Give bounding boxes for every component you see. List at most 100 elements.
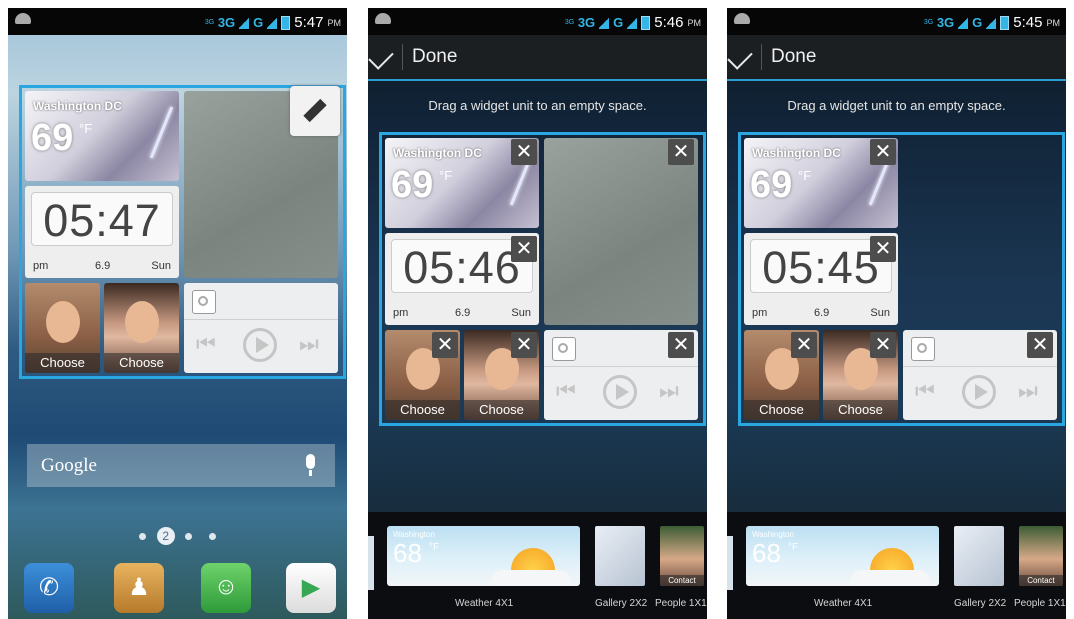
next-icon[interactable]: ⏭ [299,331,319,357]
people-widget[interactable]: Choose [104,283,179,373]
remove-music-button[interactable]: ✕ [668,332,694,358]
remove-music-button[interactable]: ✕ [1027,332,1053,358]
clock-widget[interactable]: 05:47 pm 6.9 Sun [25,186,179,278]
tray-scroll-edge [727,536,733,590]
messaging-icon[interactable]: ☺ [201,563,251,613]
check-icon[interactable] [727,44,753,70]
network-type-small: 3G [204,19,215,26]
choose-label: Choose [385,400,460,420]
weather-unit: °F [798,168,812,183]
people-widget[interactable]: Choose [25,283,100,373]
remove-weather-button[interactable]: ✕ [511,139,537,165]
remove-clock-button[interactable]: ✕ [870,236,896,262]
current-page-indicator: 2 [156,527,175,545]
play-icon[interactable] [603,375,637,409]
signal-icon [627,16,638,29]
done-button[interactable]: Done [412,46,457,68]
status-bar: 3G 3G G 5:45 PM [727,8,1066,35]
play-icon[interactable] [243,328,277,362]
search-label: Google [41,455,97,476]
remove-gallery-button[interactable]: ✕ [668,139,694,165]
google-search-bar[interactable]: Google [27,444,335,487]
choose-label: Choose [823,400,898,420]
tray-weather-widget[interactable]: Washington 68 °F [387,526,580,586]
remove-weather-button[interactable]: ✕ [870,139,896,165]
tray-people-badge: Contact [1019,575,1063,586]
previous-icon[interactable]: ⏮ [556,378,576,404]
previous-icon[interactable]: ⏮ [915,378,935,404]
choose-label: Choose [104,353,179,373]
tray-gallery-label: Gallery 2X2 [595,598,648,609]
network-type-second: G [253,15,264,30]
tray-gallery-widget[interactable] [595,526,645,586]
status-ampm: PM [1046,17,1061,28]
status-bar: 3G 3G G 5:47 PM [8,8,347,35]
status-time: 5:46 [654,14,684,31]
signal-icon [958,16,969,29]
edit-action-bar: Done [368,35,707,81]
page-dot [185,532,193,540]
android-notification-icon [734,13,750,24]
next-icon[interactable]: ⏭ [1018,378,1038,404]
clock-ampm: pm [752,307,768,319]
battery-icon [281,15,291,30]
album-art-icon [192,290,216,314]
edit-widget-button[interactable] [290,86,340,136]
weather-temp: 69 [391,164,434,206]
tray-scroll-edge [368,536,374,590]
choose-label: Choose [25,353,100,373]
previous-icon[interactable]: ⏮ [196,331,216,357]
clock-ampm: pm [393,307,409,319]
battery-icon [1000,15,1010,30]
play-icon[interactable] [962,375,996,409]
microphone-icon[interactable] [306,454,315,476]
done-button[interactable]: Done [771,46,816,68]
music-widget[interactable]: ⏮ ⏭ [184,283,338,373]
weather-city: Washington DC [752,146,841,160]
tray-gallery-widget[interactable] [954,526,1004,586]
check-icon[interactable] [368,44,394,70]
page-indicator: 2 [8,527,347,545]
status-time: 5:45 [1013,14,1043,31]
widget-edit-screen: 3G 3G G 5:46 PM Done Drag a widget unit … [368,8,707,619]
tray-weather-widget[interactable]: Washington 68 °F [746,526,939,586]
clock-day: Sun [151,260,171,272]
network-type: 3G [936,15,955,30]
status-time: 5:47 [294,14,324,31]
remove-people-button[interactable]: ✕ [791,332,817,358]
tray-people-widget[interactable]: Contact [660,526,704,586]
remove-clock-button[interactable]: ✕ [511,236,537,262]
clock-time: 05:47 [43,195,161,246]
play-store-icon[interactable]: ▶ [286,563,336,613]
gallery-widget[interactable] [544,138,698,325]
weather-temp: 69 [750,164,793,206]
network-type-small: 3G [923,19,934,26]
clock-ampm: pm [33,260,49,272]
person-photo [124,301,159,343]
signal-icon [599,16,610,29]
signal-icon [986,16,997,29]
battery-icon [641,15,651,30]
album-art-icon [552,337,576,361]
tray-people-widget[interactable]: Contact [1019,526,1063,586]
phone-icon[interactable]: ✆ [24,563,74,613]
tray-gallery-label: Gallery 2X2 [954,598,1007,609]
drag-hint: Drag a widget unit to an empty space. [428,98,647,113]
contacts-icon[interactable]: ♟ [114,563,164,613]
remove-people-button[interactable]: ✕ [432,332,458,358]
album-art-icon [911,337,935,361]
choose-label: Choose [464,400,539,420]
android-notification-icon [375,13,391,24]
remove-people-button[interactable]: ✕ [870,332,896,358]
cloud-icon [491,570,571,586]
pencil-icon [303,98,327,123]
next-icon[interactable]: ⏭ [659,378,679,404]
network-type-small: 3G [564,19,575,26]
signal-icon [267,16,278,29]
remove-people-button[interactable]: ✕ [511,332,537,358]
widget-tray: Washington 68 °F Contact Weather 4X1 Gal… [727,512,1066,619]
network-type-second: G [613,15,624,30]
weather-widget[interactable]: Washington DC 69 °F [25,91,179,181]
person-photo [45,301,80,343]
tray-weather-temp: 68 [393,538,422,568]
